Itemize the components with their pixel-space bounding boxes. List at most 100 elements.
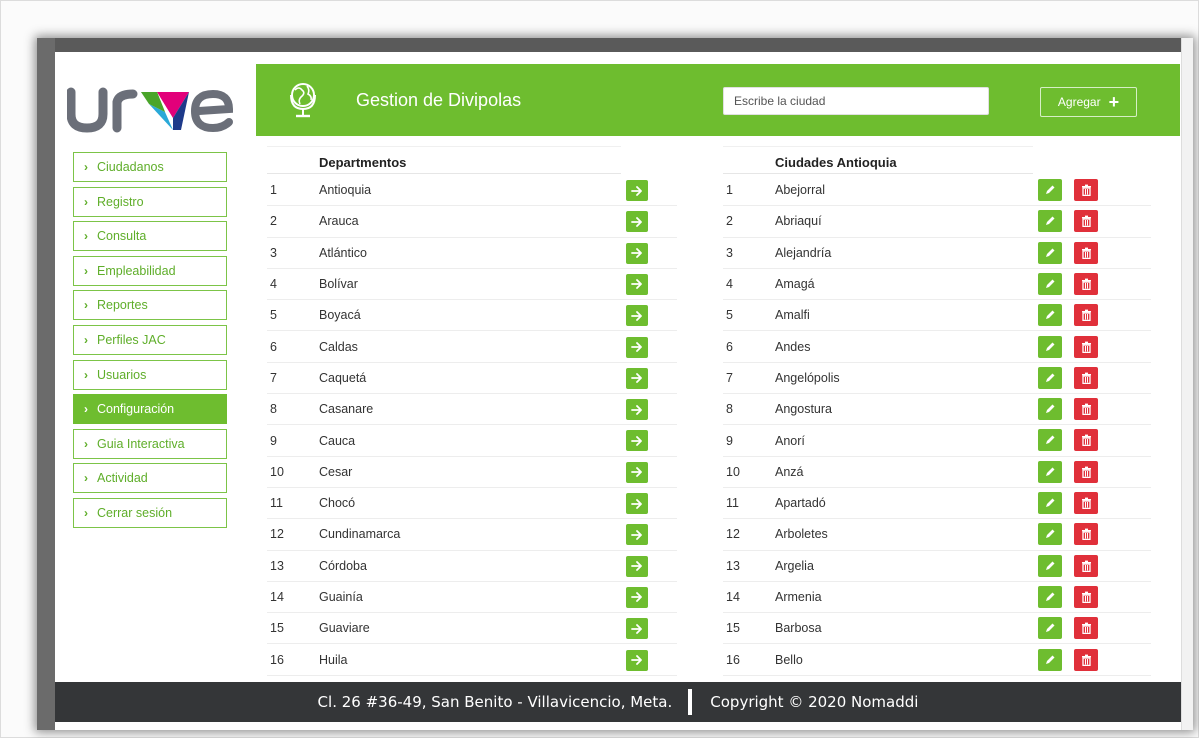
table-row: 9 Anorí — [723, 425, 1151, 457]
sidebar-item-ciudadanos[interactable]: › Ciudadanos — [73, 152, 227, 182]
department-name: Caldas — [319, 339, 358, 354]
scrollbar[interactable] — [1181, 38, 1193, 730]
department-name: Casanare — [319, 402, 374, 417]
table-row: 2 Arauca — [267, 206, 677, 238]
search-input[interactable] — [723, 87, 989, 115]
trash-icon[interactable] — [1074, 241, 1098, 264]
chevron-right-icon: › — [84, 505, 88, 520]
pencil-icon[interactable] — [1038, 648, 1062, 671]
city-name: Argelia — [775, 558, 814, 573]
pencil-icon[interactable] — [1038, 429, 1062, 452]
trash-icon[interactable] — [1074, 304, 1098, 327]
city-name: Alejandría — [775, 245, 832, 260]
sidebar-item-consulta[interactable]: › Consulta — [73, 221, 227, 252]
trash-icon[interactable] — [1074, 648, 1098, 671]
arrow-right-icon[interactable] — [626, 305, 648, 327]
pencil-icon[interactable] — [1038, 241, 1062, 264]
pencil-icon[interactable] — [1038, 523, 1062, 546]
arrow-right-icon[interactable] — [626, 367, 648, 389]
table-row: 13 Córdoba — [267, 551, 677, 582]
trash-icon[interactable] — [1074, 585, 1098, 608]
arrow-right-icon[interactable] — [626, 461, 648, 483]
row-number: 6 — [270, 339, 277, 354]
trash-icon[interactable] — [1074, 398, 1098, 421]
row-number: 2 — [270, 214, 277, 229]
row-number: 4 — [270, 277, 277, 292]
page-footer: Cl. 26 #36-49, San Benito - Villavicenci… — [55, 682, 1181, 722]
department-name: Huila — [319, 652, 348, 667]
arrow-right-icon[interactable] — [626, 180, 648, 201]
trash-icon[interactable] — [1074, 523, 1098, 546]
sidebar-item-configuraci-n[interactable]: › Configuración — [73, 394, 227, 425]
department-name: Atlántico — [319, 245, 367, 260]
sidebar-item-registro[interactable]: › Registro — [73, 186, 227, 217]
row-number: 2 — [726, 214, 733, 229]
table-row: 10 Anzá — [723, 457, 1151, 488]
row-number: 5 — [726, 308, 733, 323]
arrow-right-icon[interactable] — [626, 211, 648, 233]
pencil-icon[interactable] — [1038, 398, 1062, 421]
sidebar-item-empleabilidad[interactable]: › Empleabilidad — [73, 255, 227, 286]
trash-icon[interactable] — [1074, 210, 1098, 233]
row-number: 3 — [726, 245, 733, 260]
city-name: Anorí — [775, 433, 805, 448]
sidebar-item-perfiles-jac[interactable]: › Perfiles JAC — [73, 324, 227, 355]
urve-logo — [67, 87, 234, 133]
pencil-icon[interactable] — [1038, 272, 1062, 295]
cities-table-header: Ciudades Antioquia — [723, 146, 1033, 174]
pencil-icon[interactable] — [1038, 492, 1062, 514]
pencil-icon[interactable] — [1038, 179, 1062, 201]
sidebar-item-usuarios[interactable]: › Usuarios — [73, 359, 227, 390]
sidebar-item-guia-interactiva[interactable]: › Guia Interactiva — [73, 428, 227, 459]
city-name: Abejorral — [775, 183, 826, 198]
arrow-right-icon[interactable] — [626, 273, 648, 295]
sidebar-item-reportes[interactable]: › Reportes — [73, 290, 227, 321]
city-name: Amalfi — [775, 308, 810, 323]
trash-icon[interactable] — [1074, 272, 1098, 295]
trash-icon[interactable] — [1074, 179, 1098, 201]
chevron-right-icon: › — [84, 471, 88, 486]
arrow-right-icon[interactable] — [626, 430, 648, 452]
trash-icon[interactable] — [1074, 366, 1098, 389]
trash-icon[interactable] — [1074, 617, 1098, 640]
table-row: 11 Apartadó — [723, 488, 1151, 520]
arrow-right-icon[interactable] — [626, 649, 648, 671]
trash-icon[interactable] — [1074, 429, 1098, 452]
trash-icon[interactable] — [1074, 554, 1098, 577]
window-top-border — [37, 38, 1193, 52]
chevron-right-icon: › — [84, 436, 88, 451]
trash-icon[interactable] — [1074, 492, 1098, 514]
arrow-right-icon[interactable] — [626, 524, 648, 546]
add-button[interactable]: Agregar + — [1040, 87, 1137, 117]
add-button-label: Agregar — [1057, 95, 1101, 109]
trash-icon[interactable] — [1074, 460, 1098, 483]
pencil-icon[interactable] — [1038, 460, 1062, 483]
chevron-right-icon: › — [84, 229, 88, 244]
table-row: 15 Barbosa — [723, 613, 1151, 645]
city-name: Barbosa — [775, 621, 822, 636]
pencil-icon[interactable] — [1038, 585, 1062, 608]
arrow-right-icon[interactable] — [626, 586, 648, 608]
arrow-right-icon[interactable] — [626, 555, 648, 577]
pencil-icon[interactable] — [1038, 335, 1062, 358]
arrow-right-icon[interactable] — [626, 399, 648, 421]
table-row: 13 Argelia — [723, 551, 1151, 582]
sidebar-item-label: Cerrar sesión — [97, 505, 173, 520]
sidebar-item-actividad[interactable]: › Actividad — [73, 463, 227, 494]
trash-icon[interactable] — [1074, 335, 1098, 358]
department-name: Boyacá — [319, 308, 361, 323]
arrow-right-icon[interactable] — [626, 618, 648, 640]
pencil-icon[interactable] — [1038, 617, 1062, 640]
arrow-right-icon[interactable] — [626, 242, 648, 264]
arrow-right-icon[interactable] — [626, 493, 648, 514]
city-name: Angelópolis — [775, 370, 840, 385]
department-name: Caquetá — [319, 370, 367, 385]
arrow-right-icon[interactable] — [626, 336, 648, 358]
pencil-icon[interactable] — [1038, 210, 1062, 233]
pencil-icon[interactable] — [1038, 554, 1062, 577]
sidebar-item-cerrar-sesi-n[interactable]: › Cerrar sesión — [73, 497, 227, 528]
page-title: Gestion de Divipolas — [356, 90, 522, 110]
pencil-icon[interactable] — [1038, 366, 1062, 389]
row-number: 1 — [270, 183, 277, 198]
pencil-icon[interactable] — [1038, 304, 1062, 327]
